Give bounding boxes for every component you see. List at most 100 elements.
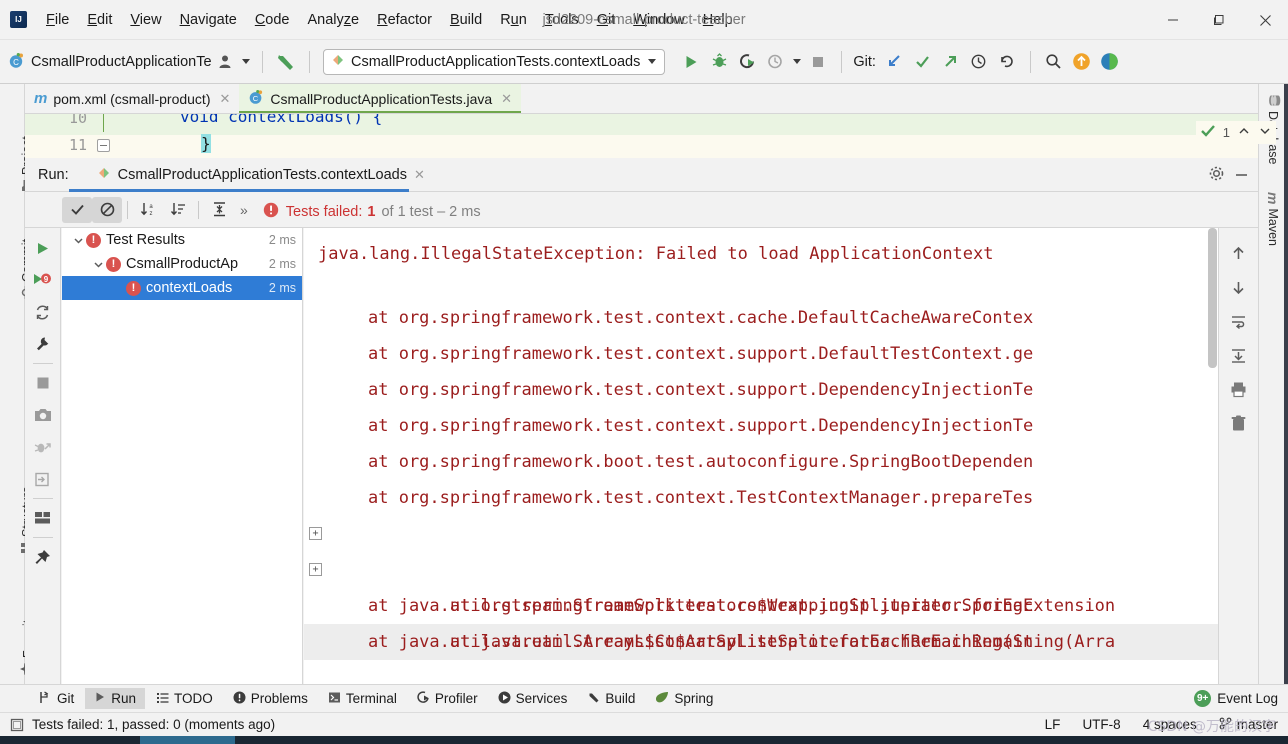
menu-edit[interactable]: Edit	[78, 9, 121, 31]
profile-button[interactable]	[761, 48, 789, 76]
editor-tab-csmall-product-application-tests[interactable]: C CsmallProductApplicationTests.java ✕	[239, 84, 522, 113]
encoding-indicator[interactable]: UTF-8	[1082, 717, 1120, 732]
tool-window-button-build[interactable]: Build	[578, 688, 644, 710]
tool-window-button-todo[interactable]: TODO	[147, 688, 222, 710]
status-message-icon[interactable]	[10, 718, 24, 732]
toggle-auto-test-button[interactable]	[28, 296, 58, 328]
menu-view[interactable]: View	[121, 9, 170, 31]
stop-button[interactable]	[804, 48, 832, 76]
run-session-tab[interactable]: CsmallProductApplicationTests.contextLoa…	[68, 158, 431, 192]
close-icon[interactable]: ✕	[414, 167, 425, 183]
stop-button[interactable]	[28, 367, 58, 399]
run-configuration-selector[interactable]: CsmallProductApplicationTests.contextLoa…	[323, 48, 666, 75]
user-dropdown-caret[interactable]	[239, 48, 253, 76]
layout-icon[interactable]	[28, 502, 58, 534]
menu-run[interactable]: Run	[491, 9, 536, 31]
git-rollback-button[interactable]	[993, 48, 1021, 76]
debug-button[interactable]	[705, 48, 733, 76]
tool-window-button-profiler[interactable]: Profiler	[408, 688, 487, 710]
close-icon[interactable]: ✕	[501, 91, 512, 107]
tool-window-button-problems[interactable]: Problems	[224, 688, 317, 710]
chevron-down-icon[interactable]	[70, 235, 86, 246]
pin-icon[interactable]	[28, 541, 58, 573]
sidebar-item-maven[interactable]: m Maven	[1265, 192, 1281, 246]
test-results-tree[interactable]: ! Test Results 2 ms ! CsmallProductAp 2 …	[62, 228, 303, 684]
line-separator-indicator[interactable]: LF	[1045, 717, 1061, 732]
build-hammer-icon[interactable]	[272, 48, 300, 76]
sort-alphabetically-button[interactable]: az	[133, 197, 163, 223]
soft-wrap-button[interactable]	[1224, 304, 1254, 338]
rerun-failed-tests-button[interactable]: 9	[28, 264, 58, 296]
chevrons-right-icon[interactable]: »	[240, 202, 248, 218]
console-line-stack[interactable]: + at org.springframework.test.context.ju…	[304, 516, 1244, 616]
console-line-stack[interactable]: at org.springframework.boot.test.autocon…	[304, 444, 1244, 480]
module-selector[interactable]: C CsmallProductApplicationTe:	[8, 52, 211, 72]
code-editor[interactable]: 10 11 void contextLoads() { }	[25, 114, 1258, 158]
event-log-button[interactable]: 9+ Event Log	[1194, 690, 1278, 707]
search-everywhere-button[interactable]	[1040, 48, 1068, 76]
menu-help[interactable]: Help	[694, 9, 742, 31]
menu-code[interactable]: Code	[246, 9, 299, 31]
editor-tab-pom-xml[interactable]: m pom.xml (csmall-product) ✕	[25, 84, 239, 113]
menu-refactor[interactable]: Refactor	[368, 9, 441, 31]
tool-window-button-services[interactable]: Services	[489, 688, 577, 710]
user-avatar-icon[interactable]	[211, 48, 239, 76]
console-line-stack[interactable]: at org.springframework.test.context.supp…	[304, 372, 1244, 408]
clear-all-button[interactable]	[1224, 406, 1254, 440]
scroll-to-end-button[interactable]	[1224, 338, 1254, 372]
console-line-stack[interactable]: at org.springframework.test.context.Test…	[304, 480, 1244, 516]
chevron-down-icon[interactable]	[1258, 124, 1272, 141]
git-branch-indicator[interactable]: master	[1219, 717, 1278, 733]
menu-file[interactable]: File	[37, 9, 78, 31]
console-line-stack[interactable]: at org.springframework.test.context.cach…	[304, 300, 1244, 336]
run-with-coverage-button[interactable]	[733, 48, 761, 76]
menu-tools[interactable]: Tools	[536, 9, 588, 31]
console-line-stack[interactable]: at org.springframework.test.context.supp…	[304, 336, 1244, 372]
thread-dump-icon[interactable]	[28, 431, 58, 463]
close-button[interactable]	[1242, 0, 1288, 40]
minimize-button[interactable]	[1150, 0, 1196, 40]
print-button[interactable]	[1224, 372, 1254, 406]
chevron-down-icon[interactable]	[90, 259, 106, 270]
tree-node-context-loads[interactable]: ! contextLoads 2 ms	[62, 276, 302, 300]
scroll-down-button[interactable]	[1224, 270, 1254, 304]
console-line-stack[interactable]: at org.springframework.test.context.supp…	[304, 408, 1244, 444]
menu-window[interactable]: Window	[624, 9, 694, 31]
git-commit-button[interactable]	[909, 48, 937, 76]
profile-dropdown[interactable]	[789, 48, 804, 76]
console-vertical-scrollbar[interactable]	[1208, 228, 1217, 368]
sort-by-duration-button[interactable]	[163, 197, 193, 223]
git-push-button[interactable]	[937, 48, 965, 76]
chevron-up-icon[interactable]	[1237, 124, 1251, 141]
inspection-widget[interactable]: 1	[1195, 121, 1276, 144]
minimize-icon[interactable]	[1233, 165, 1250, 185]
tool-window-button-spring[interactable]: Spring	[646, 688, 722, 710]
camera-icon[interactable]	[28, 399, 58, 431]
fold-expand-icon[interactable]: +	[309, 563, 322, 576]
tool-window-button-git[interactable]: Git	[30, 688, 83, 710]
editor-fold-marker[interactable]	[97, 139, 110, 152]
gear-icon[interactable]	[1208, 165, 1225, 185]
ide-assistant-button[interactable]	[1096, 48, 1124, 76]
tree-node-csmall-product-application-tests[interactable]: ! CsmallProductAp 2 ms	[62, 252, 302, 276]
export-icon[interactable]	[28, 463, 58, 495]
close-icon[interactable]: ✕	[219, 91, 230, 107]
menu-analyze[interactable]: Analyze	[299, 9, 369, 31]
indent-indicator[interactable]: 4 spaces	[1143, 717, 1197, 732]
wrench-icon[interactable]	[28, 328, 58, 360]
update-available-button[interactable]	[1068, 48, 1096, 76]
maximize-button[interactable]	[1196, 0, 1242, 40]
tool-window-button-run[interactable]: Run	[85, 688, 146, 709]
rerun-button[interactable]	[28, 232, 58, 264]
menu-navigate[interactable]: Navigate	[171, 9, 246, 31]
menu-git[interactable]: Git	[588, 9, 625, 31]
run-button[interactable]	[677, 48, 705, 76]
show-passed-toggle[interactable]	[62, 196, 92, 223]
tool-window-button-terminal[interactable]: Terminal	[319, 688, 406, 710]
expand-collapse-button[interactable]	[204, 197, 234, 223]
git-history-button[interactable]	[965, 48, 993, 76]
menu-build[interactable]: Build	[441, 9, 491, 31]
console-line-stack[interactable]: + at java.util.ArrayList$ArrayListSplite…	[304, 552, 1244, 652]
test-console-output[interactable]: java.lang.IllegalStateException: Failed …	[304, 228, 1244, 684]
fold-expand-icon[interactable]: +	[309, 527, 322, 540]
